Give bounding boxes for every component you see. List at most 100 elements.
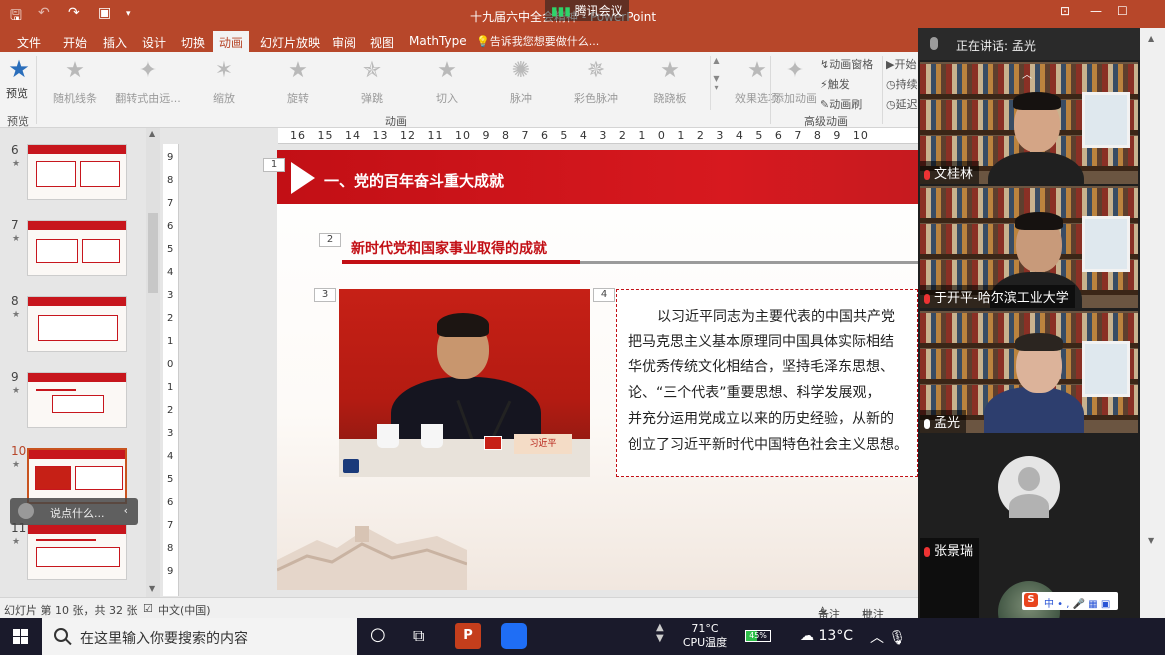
customize-toolbar-icon[interactable]: ▾ — [126, 9, 131, 19]
animation-marker[interactable]: 1 — [263, 158, 285, 172]
star-icon: ★ — [437, 58, 457, 83]
windows-start-icon[interactable] — [13, 629, 28, 644]
tab-slideshow[interactable]: 幻灯片放映 — [260, 34, 320, 51]
tab-insert[interactable]: 插入 — [103, 34, 127, 51]
animation-zoom[interactable]: ✶ 缩放 — [189, 58, 259, 106]
tab-transitions[interactable]: 切换 — [181, 34, 205, 51]
system-tray[interactable]: ︿ 🎙 — [870, 627, 906, 647]
animation-color-pulse[interactable]: ✵ 彩色脉冲 — [561, 58, 631, 106]
slide-thumbnail-9[interactable] — [27, 372, 127, 428]
animation-marker[interactable]: 4 — [593, 288, 615, 302]
video-tile[interactable]: 孟光 — [920, 311, 1138, 433]
trigger-button[interactable]: ⚡触发 — [820, 76, 850, 92]
tab-view[interactable]: 视图 — [370, 34, 394, 51]
preview-star-icon[interactable]: ★ — [6, 55, 32, 83]
presentation-icon[interactable]: ▣ — [98, 5, 111, 21]
redo-icon[interactable]: ↷ — [68, 5, 80, 21]
animation-pulse[interactable]: ✺ 脉冲 — [486, 58, 556, 106]
slide-section-title[interactable]: 新时代党和国家事业取得的成就 — [351, 238, 547, 258]
participant-avatar[interactable] — [998, 456, 1060, 518]
ruler-tick-label: 2 — [167, 313, 174, 324]
slide-photo[interactable]: 习近平 — [339, 289, 590, 477]
microphone-icon[interactable]: 🎙 — [888, 630, 906, 646]
collapse-icon[interactable]: ︿ — [1022, 66, 1032, 81]
slide-canvas[interactable]: 一、党的百年奋斗重大成就 1 2 新时代党和国家事业取得的成就 3 习近平 4 … — [263, 150, 918, 590]
delay-control[interactable]: ◷延迟 — [886, 96, 918, 112]
name-plate: 习近平 — [514, 434, 572, 454]
ime-toolbar[interactable]: S 中 • , 🎤 ▦ ▣ — [1022, 592, 1118, 610]
scroll-down-icon[interactable]: ▼ — [149, 584, 155, 593]
meeting-chat-input[interactable]: 说点什么... ‹ — [10, 498, 138, 525]
cortana-icon[interactable]: ○ — [370, 624, 386, 645]
animation-star-icon: ★ — [12, 386, 21, 396]
animation-pane-button[interactable]: ↯动画窗格 — [820, 56, 873, 72]
vertical-ruler: 9 8 7 6 5 4 3 2 1 0 1 2 3 4 5 6 7 8 9 — [163, 144, 179, 596]
ruler-tick-label: 1 — [167, 382, 174, 393]
spellcheck-icon[interactable]: ☑ — [143, 602, 153, 615]
slide-thumbnail-7[interactable] — [27, 220, 127, 276]
advanced-animation-group-label: 高级动画 — [804, 115, 848, 128]
participant-name: 孟光 — [920, 410, 967, 433]
horizontal-ruler: 16 15 14 13 12 11 10 9 8 7 6 5 4 3 2 1 0… — [278, 128, 918, 144]
ribbon-options-icon[interactable]: ⊡ — [1060, 4, 1070, 18]
animation-marker[interactable]: 2 — [319, 233, 341, 247]
slide-thumbnail-10[interactable] — [27, 448, 127, 504]
tab-design[interactable]: 设计 — [142, 34, 166, 51]
tencent-meeting-taskbar-icon[interactable] — [501, 623, 527, 649]
thumbnail-scrollbar[interactable]: ▲ ▼ — [146, 128, 160, 597]
undo-icon[interactable]: ↶ — [38, 5, 50, 21]
chevron-left-icon[interactable]: ‹ — [124, 504, 128, 517]
animation-flip[interactable]: ✦ 翻转式由远... — [113, 58, 183, 106]
animation-peek-in[interactable]: ★ 切入 — [412, 58, 482, 106]
save-icon[interactable]: 🖫 — [10, 5, 22, 29]
video-tile[interactable]: 于开平-哈尔滨工业大学 — [920, 186, 1138, 308]
taskbar-search-box[interactable]: 在这里输入你要搜索的内容 — [42, 618, 357, 655]
chevron-up-down-icon[interactable]: ▲ ▼ — [656, 622, 664, 644]
powerpoint-taskbar-icon[interactable]: P — [455, 623, 481, 649]
tab-home[interactable]: 开始 — [63, 34, 87, 51]
animation-group-label: 动画 — [385, 115, 407, 128]
slide-body-textbox[interactable]: 以习近平同志为主要代表的中国共产党 把马克思主义基本原理同中国具体实际相结 华优… — [616, 289, 918, 477]
tab-animations[interactable]: 动画 — [213, 31, 250, 52]
start-control[interactable]: ▶开始 — [886, 56, 916, 72]
slide-number: 8 — [11, 294, 19, 308]
sogou-ime-icon[interactable]: S — [1024, 593, 1038, 607]
language-indicator[interactable]: 中文(中国) — [158, 602, 211, 618]
tab-file[interactable]: 文件 — [17, 34, 41, 51]
animation-marker[interactable]: 3 — [314, 288, 336, 302]
minimize-icon[interactable]: — — [1090, 4, 1102, 18]
task-view-icon[interactable]: ⧉ — [413, 626, 424, 646]
cpu-temperature: 71°C CPU温度 — [682, 622, 728, 649]
ruler-tick-label: 9 — [167, 566, 174, 577]
scroll-thumb[interactable] — [148, 213, 158, 293]
tab-review[interactable]: 审阅 — [332, 34, 356, 51]
body-line: 创立了习近平新时代中国特色社会主义思想。 — [628, 437, 908, 453]
battery-indicator[interactable]: 45% — [745, 630, 771, 642]
scroll-up-icon[interactable]: ▲ — [1148, 34, 1154, 43]
slide-thumbnail-6[interactable] — [27, 144, 127, 200]
slide-thumbnail-11[interactable] — [27, 524, 127, 580]
lightning-icon: ⚡ — [820, 78, 828, 91]
scroll-up-icon[interactable]: ▲ — [149, 129, 155, 138]
maximize-icon[interactable]: ☐ — [1117, 4, 1128, 18]
slide-main-title[interactable]: 一、党的百年奋斗重大成就 — [324, 170, 504, 191]
weather-widget[interactable]: ☁ 13°C — [800, 628, 853, 644]
preview-button[interactable]: 预览 — [6, 85, 28, 101]
video-panel-scrollbar[interactable]: ▲ ▼ — [1140, 28, 1165, 655]
duration-control[interactable]: ◷持续 — [886, 76, 918, 92]
mic-muted-icon — [924, 169, 930, 180]
meeting-overlay[interactable]: ▮▮▮ 腾讯会议 — [545, 0, 629, 21]
video-tile[interactable]: ︿ 文桂林 — [920, 62, 1138, 184]
tell-me-box[interactable]: 💡告诉我您想要做什么... — [476, 33, 599, 49]
gallery-scroll[interactable]: ▲ ▼ ▾ — [710, 56, 722, 110]
animation-teeter[interactable]: ★ 跷跷板 — [635, 58, 705, 106]
slide-thumbnail-8[interactable] — [27, 296, 127, 352]
emoji-icon[interactable] — [18, 503, 34, 519]
animation-bounce[interactable]: ✯ 弹跳 — [337, 58, 407, 106]
animation-random-bars[interactable]: ★ 随机线条 — [40, 58, 110, 106]
chevron-up-icon[interactable]: ︿ — [870, 630, 884, 646]
animation-spin[interactable]: ★ 旋转 — [263, 58, 333, 106]
tab-mathtype[interactable]: MathType — [409, 34, 467, 48]
scroll-down-icon[interactable]: ▼ — [1148, 536, 1154, 545]
animation-painter-button[interactable]: ✎动画刷 — [820, 96, 862, 112]
